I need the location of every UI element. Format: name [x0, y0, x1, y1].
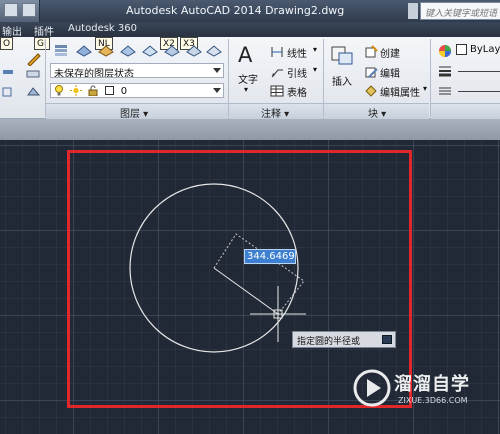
color-swatch — [456, 44, 468, 56]
edit-button-label[interactable]: 编辑 — [380, 65, 400, 80]
color-value[interactable]: ByLayer — [470, 44, 500, 55]
quick-access-toolbar — [0, 0, 40, 22]
file-tab-strip — [0, 119, 500, 140]
linetype-icon[interactable] — [438, 84, 452, 98]
edit-block-icon[interactable] — [364, 65, 378, 79]
quick-access-button[interactable] — [22, 3, 36, 17]
search-input[interactable]: 键入关键字或短语 — [420, 2, 500, 20]
layer-match-icon[interactable] — [186, 43, 202, 57]
insert-button-label[interactable]: 插入 — [332, 73, 352, 88]
tab-autodesk-360[interactable]: Autodesk 360 — [68, 23, 137, 34]
chevron-down-icon[interactable]: ▾ — [244, 85, 248, 94]
table-icon[interactable] — [270, 84, 284, 98]
lightbulb-icon — [54, 85, 64, 96]
watermark-brand: 溜溜自学 — [394, 374, 470, 395]
title-bar: Autodesk AutoCAD 2014 Drawing2.dwg 键入关键字… — [0, 0, 500, 22]
leader-icon[interactable] — [270, 65, 284, 79]
color-wheel-icon[interactable] — [438, 44, 452, 58]
text-icon[interactable]: A — [236, 43, 258, 67]
pencil-icon[interactable] — [26, 52, 41, 67]
layer-off-icon[interactable] — [142, 43, 158, 57]
edit-attributes-button-label[interactable]: 编辑属性 — [380, 84, 420, 99]
modify-tool-icon[interactable] — [2, 65, 16, 79]
layer-isolate-icon[interactable] — [98, 43, 114, 57]
layer-tool-icon[interactable] — [26, 67, 40, 81]
layer-freeze-icon[interactable] — [120, 43, 136, 57]
layer-state-value: 未保存的图层状态 — [54, 69, 134, 78]
text-button-label[interactable]: 文字 — [238, 71, 258, 86]
lock-open-icon — [88, 85, 98, 97]
layer-properties-icon[interactable] — [54, 43, 68, 57]
layers-panel-title[interactable]: 图层 ▾ — [120, 105, 148, 120]
layer-value: 0 — [120, 86, 128, 97]
layer-dropdown[interactable]: 0 — [50, 83, 224, 98]
tab-plugins[interactable]: 插件 — [34, 23, 54, 38]
linear-button-label[interactable]: 线性 — [287, 45, 307, 60]
keytip-badge: GI — [34, 37, 50, 50]
create-button-label[interactable]: 创建 — [380, 45, 400, 60]
ribbon-panel: O GI NL X2 X3 未保存的图层状态 0 图层 ▾ A 文字 ▾ 线性 … — [0, 37, 500, 120]
table-button-label[interactable]: 表格 — [287, 84, 307, 99]
layer-state-icon[interactable] — [76, 43, 92, 57]
panel-title-bar — [431, 103, 500, 119]
chevron-down-icon — [213, 88, 221, 93]
tab-output[interactable]: 输出 — [2, 23, 22, 38]
linear-dimension-icon[interactable] — [270, 45, 284, 59]
watermark: 溜溜自学 ZIXUE.3D66.COM — [352, 366, 474, 418]
lineweight-icon[interactable] — [438, 64, 452, 78]
ribbon-tab-bar: 输出 插件 Autodesk 360 — [0, 22, 500, 38]
leader-button-label[interactable]: 引线 — [287, 65, 307, 80]
keytip-badge: O — [0, 37, 14, 50]
svg-text:A: A — [238, 43, 253, 65]
layer-color-swatch — [104, 85, 115, 96]
layer-state-dropdown[interactable]: 未保存的图层状态 — [50, 63, 224, 78]
sun-icon — [70, 85, 83, 96]
drawing-canvas[interactable]: 344.6469 指定圆的半径或 溜溜自学 ZIXUE.3D66.COM — [0, 140, 500, 434]
layer-lock-icon[interactable] — [164, 43, 180, 57]
layer-tool-icon[interactable] — [26, 85, 41, 99]
window-title: Autodesk AutoCAD 2014 Drawing2.dwg — [126, 4, 345, 17]
quick-access-button[interactable] — [4, 3, 18, 17]
lineweight-sample[interactable] — [458, 71, 500, 72]
insert-block-icon[interactable] — [330, 43, 354, 67]
block-panel-title[interactable]: 块 ▾ — [368, 105, 386, 120]
title-dropdown-arrow[interactable] — [408, 3, 418, 19]
watermark-logo — [352, 368, 392, 408]
chevron-down-icon — [213, 68, 221, 73]
watermark-url: ZIXUE.3D66.COM — [398, 396, 468, 405]
create-block-icon[interactable] — [364, 45, 378, 59]
chevron-down-icon[interactable]: ▾ — [313, 65, 317, 74]
layer-walk-icon[interactable] — [206, 43, 222, 57]
annotation-panel-title[interactable]: 注释 ▾ — [261, 105, 289, 120]
linetype-sample[interactable] — [458, 91, 500, 92]
edit-attributes-icon[interactable] — [364, 84, 378, 98]
chevron-down-icon[interactable]: ▾ — [423, 84, 427, 93]
modify-tool-icon[interactable] — [2, 85, 16, 99]
chevron-down-icon[interactable]: ▾ — [313, 45, 317, 54]
